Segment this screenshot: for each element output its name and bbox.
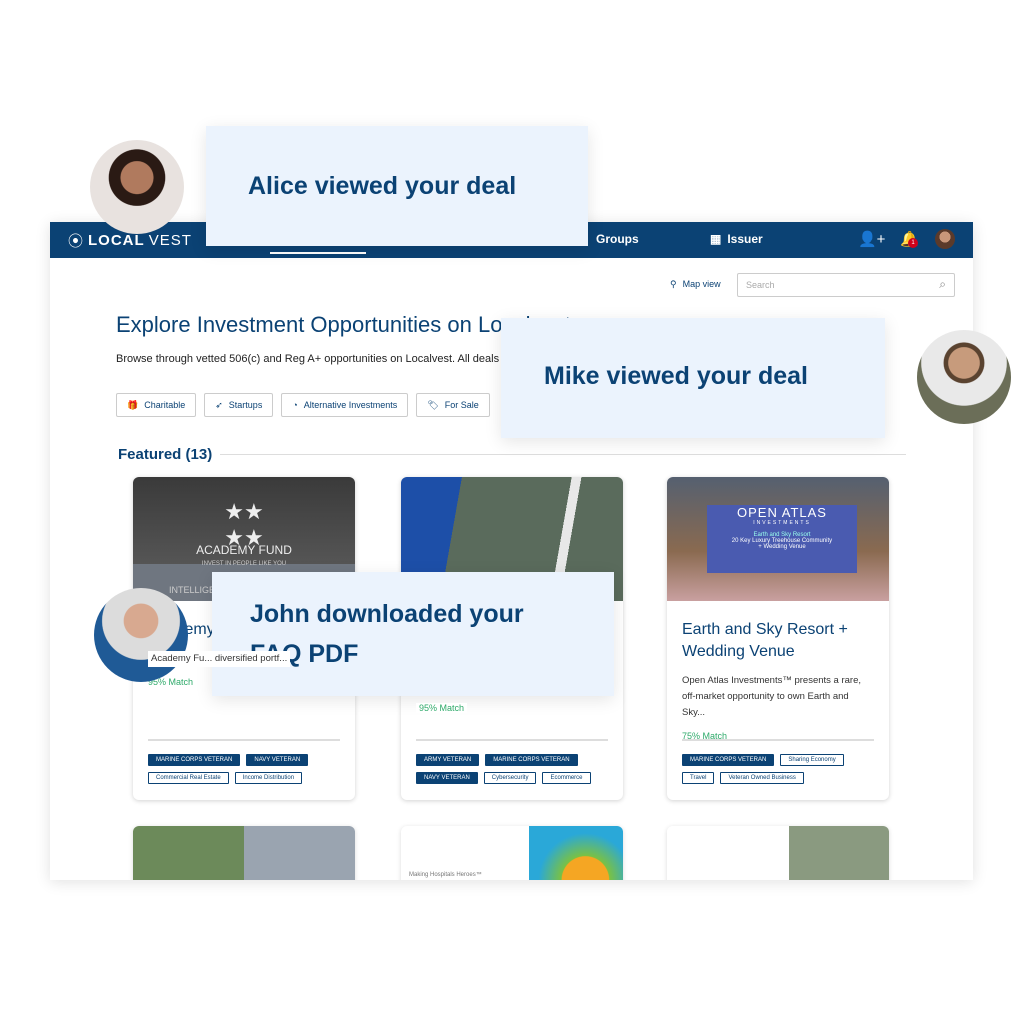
- image-banner: OPEN ATLAS INVESTMENTS Earth and Sky Res…: [707, 505, 857, 573]
- tag: Sharing Economy: [780, 754, 844, 766]
- deal-card[interactable]: OPEN ATLAS INVESTMENTS Earth and Sky Res…: [667, 477, 889, 800]
- tag-icon: 🏷: [427, 399, 439, 410]
- tag: MARINE CORPS VETERAN: [148, 754, 241, 766]
- divider: [416, 739, 608, 741]
- tag: Travel: [682, 772, 715, 784]
- tag: NAVY VETERAN: [246, 754, 309, 766]
- deal-description: Academy Fu... diversified portf...: [148, 651, 291, 667]
- filter-startups[interactable]: ➶ Startups: [204, 393, 274, 417]
- divider: [148, 739, 340, 741]
- map-view-link[interactable]: ⚲ Map view: [670, 279, 721, 290]
- avatar-mike: [917, 330, 1011, 424]
- tag-list: MARINE CORPS VETERAN Sharing Economy Trav…: [682, 754, 879, 784]
- filter-for-sale[interactable]: 🏷 For Sale: [416, 393, 490, 417]
- deal-card[interactable]: [667, 826, 889, 880]
- tag: Commercial Real Estate: [148, 772, 229, 784]
- user-avatar[interactable]: [935, 229, 955, 249]
- notification-john: John downloaded your FAQ PDF: [212, 572, 614, 696]
- tag-list: ARMY VETERAN MARINE CORPS VETERAN NAVY VET…: [416, 754, 613, 784]
- tag: Veteran Owned Business: [720, 772, 804, 784]
- notification-badge: 1: [908, 238, 918, 248]
- notification-mike: Mike viewed your deal: [501, 318, 885, 438]
- page-subtitle: Browse through vetted 506(c) and Reg A+ …: [116, 353, 500, 365]
- tag: ARMY VETERAN: [416, 754, 480, 766]
- rocket-icon: ➶: [215, 399, 223, 410]
- pie-chart-icon: ◔: [292, 400, 298, 410]
- nav-groups[interactable]: Groups: [596, 232, 639, 246]
- notification-alice: Alice viewed your deal: [206, 126, 588, 246]
- avatar-alice: [90, 140, 184, 234]
- deal-image: OPEN ATLAS INVESTMENTS Earth and Sky Res…: [667, 477, 889, 601]
- divider: [220, 454, 906, 455]
- featured-heading: Featured (13): [118, 446, 213, 463]
- filter-alternative[interactable]: ◔ Alternative Investments: [281, 393, 409, 417]
- building-icon: ▦: [710, 232, 722, 246]
- nav-issuer[interactable]: ▦ Issuer: [710, 232, 763, 246]
- avatar-john: [94, 588, 188, 682]
- gift-icon: 🎁: [127, 399, 139, 410]
- add-user-icon[interactable]: 👤+: [858, 230, 885, 248]
- active-tab-indicator: [270, 252, 366, 254]
- tag: NAVY VETERAN: [416, 772, 478, 784]
- deal-card[interactable]: [133, 826, 355, 880]
- tag: Ecommerce: [542, 772, 591, 784]
- tag: Cybersecurity: [483, 772, 537, 784]
- pin-icon: ⦿: [68, 233, 85, 250]
- filter-charitable[interactable]: 🎁 Charitable: [116, 393, 197, 417]
- tag: MARINE CORPS VETERAN: [682, 754, 775, 766]
- match-score: 95% Match: [416, 703, 468, 713]
- search-input[interactable]: Search ⌕: [737, 273, 955, 297]
- search-icon[interactable]: ⌕: [939, 277, 946, 292]
- tag: MARINE CORPS VETERAN: [485, 754, 578, 766]
- sun-logo: [529, 826, 623, 880]
- tag: Income Distribution: [234, 772, 303, 784]
- category-filters: 🎁 Charitable ➶ Startups ◔ Alternative Inves…: [116, 393, 490, 417]
- tag-list: MARINE CORPS VETERAN NAVY VETERAN Commerc…: [148, 754, 345, 784]
- deal-card[interactable]: Making Hospitals Heroes™: [401, 826, 623, 880]
- map-pin-icon: ⚲: [670, 279, 677, 289]
- divider: [682, 739, 874, 741]
